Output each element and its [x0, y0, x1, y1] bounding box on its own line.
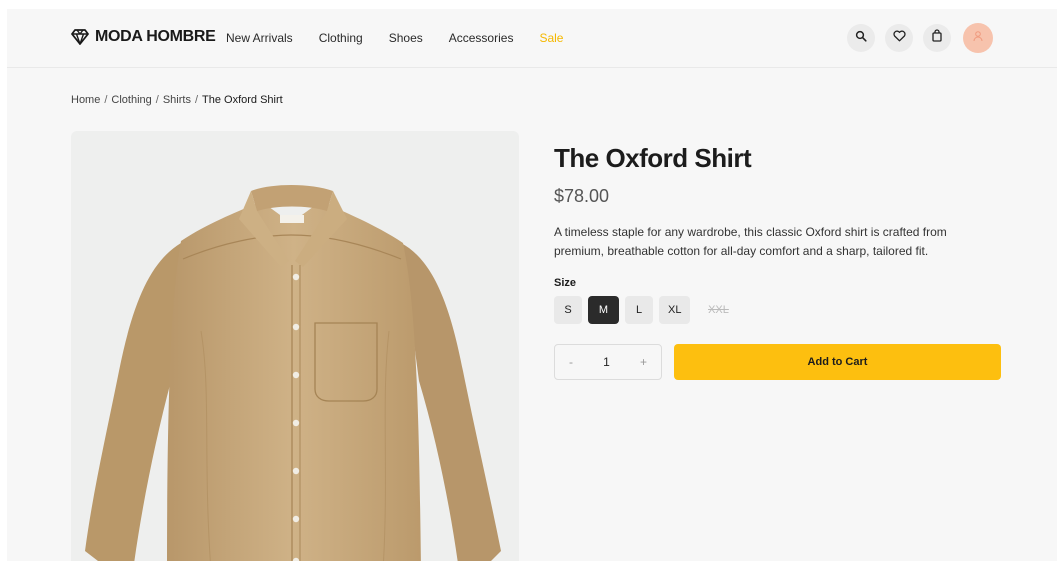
user-icon	[972, 29, 984, 47]
breadcrumb-home[interactable]: Home	[71, 94, 100, 106]
product-title: The Oxford Shirt	[554, 143, 752, 173]
size-option-xl[interactable]: XL	[659, 296, 691, 324]
size-label: Size	[554, 277, 577, 289]
product-image	[71, 131, 519, 561]
user-avatar[interactable]	[963, 23, 993, 53]
shirt-illustration	[85, 185, 501, 561]
size-option-xxl: XXL	[708, 304, 729, 316]
product-description: A timeless staple for any wardrobe, this…	[554, 225, 947, 258]
wishlist-button[interactable]	[885, 24, 913, 52]
nav-sale[interactable]: Sale	[539, 31, 563, 45]
breadcrumb-shirts[interactable]: Shirts	[163, 94, 191, 106]
size-option-l[interactable]: L	[625, 296, 653, 324]
product-price: $78.00	[554, 186, 610, 206]
size-option-s[interactable]: S	[554, 296, 582, 324]
breadcrumb: Home / Clothing / Shirts / The Oxford Sh…	[71, 94, 283, 106]
quantity-decrease-button[interactable]: -	[569, 355, 573, 369]
heart-icon	[892, 29, 906, 47]
brand-logo[interactable]: MODA HOMBRE	[71, 28, 216, 46]
add-to-cart-row: - 1 + Add to Cart	[554, 344, 1002, 380]
site-header: MODA HOMBRE New Arrivals Clothing Shoes …	[7, 9, 1057, 68]
search-icon	[855, 29, 867, 47]
header-actions	[847, 23, 993, 53]
breadcrumb-separator: /	[104, 94, 108, 106]
breadcrumb-current: The Oxford Shirt	[202, 94, 283, 106]
nav-accessories[interactable]: Accessories	[449, 31, 514, 45]
breadcrumb-clothing[interactable]: Clothing	[111, 94, 151, 106]
cart-button[interactable]	[923, 24, 951, 52]
search-button[interactable]	[847, 24, 875, 52]
quantity-value[interactable]: 1	[603, 355, 610, 369]
nav-new-arrivals[interactable]: New Arrivals	[226, 31, 293, 45]
breadcrumb-separator: /	[155, 94, 159, 106]
nav-clothing[interactable]: Clothing	[319, 31, 363, 45]
main-nav: New Arrivals Clothing Shoes Accessories …	[226, 31, 589, 45]
size-option-m[interactable]: M	[588, 296, 619, 324]
diamond-icon	[71, 29, 89, 45]
add-to-cart-button[interactable]: Add to Cart	[674, 344, 1001, 380]
breadcrumb-separator: /	[194, 94, 199, 106]
nav-shoes[interactable]: Shoes	[389, 31, 423, 45]
size-selector: S M L XL XXL	[554, 296, 1002, 324]
quantity-increase-button[interactable]: +	[640, 355, 647, 369]
product-info: The Oxford Shirt $78.00 A timeless stapl…	[554, 143, 1002, 380]
quantity-stepper: - 1 +	[554, 344, 662, 380]
page-frame: MODA HOMBRE New Arrivals Clothing Shoes …	[7, 9, 1057, 561]
bag-icon	[931, 29, 943, 47]
brand-name: MODA HOMBRE	[95, 28, 216, 45]
